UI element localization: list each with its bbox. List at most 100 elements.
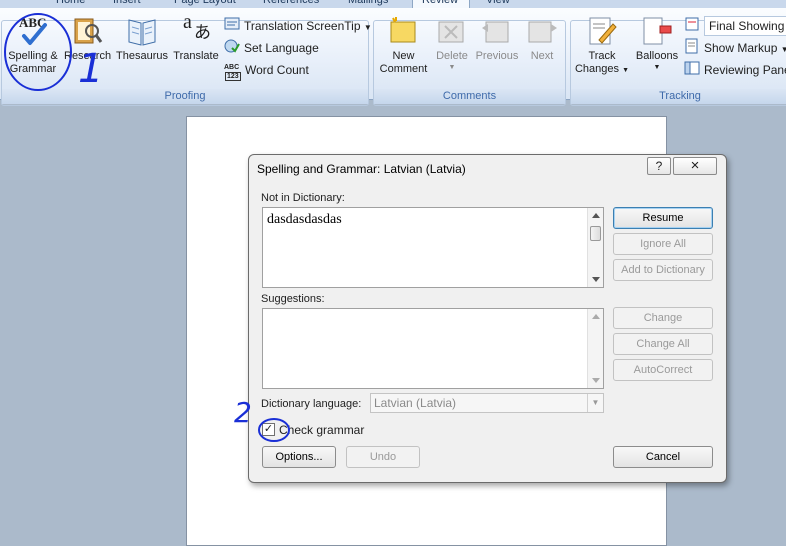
chevron-down-icon: ▼ (587, 394, 603, 412)
display-for-review-combo[interactable]: Final Showing (684, 16, 786, 38)
tab-page-layout[interactable]: Page Layout (174, 0, 236, 8)
translate-button[interactable]: a あ Translate (170, 11, 222, 63)
track-changes-button[interactable]: Track Changes ▼ (574, 14, 630, 77)
balloons-icon (640, 14, 674, 48)
track-changes-icon (585, 14, 619, 48)
previous-comment-label: Previous (475, 50, 519, 62)
chevron-down-icon: ▼ (780, 45, 786, 55)
scroll-up-icon[interactable] (592, 314, 600, 319)
balloons-label: Balloons (635, 50, 679, 62)
help-button[interactable]: ? (647, 157, 671, 175)
word-count-label: Word Count (245, 63, 309, 77)
suggestions-scrollbar[interactable] (587, 309, 603, 388)
chevron-down-icon: ▼ (448, 64, 456, 71)
checkmark-icon: ✓ (263, 423, 274, 435)
translation-screentip-button[interactable]: Translation ScreenTip ▼ (224, 16, 372, 36)
reviewing-pane-button[interactable]: Reviewing Pane (684, 60, 786, 80)
previous-comment-button[interactable]: Previous (472, 14, 522, 63)
tab-references[interactable]: References (263, 0, 319, 8)
spelling-grammar-button[interactable]: ABC Spelling & Grammar (3, 14, 63, 76)
word-count-button[interactable]: ABC 123 Word Count (224, 60, 309, 81)
previous-comment-icon (480, 14, 514, 48)
cancel-button[interactable]: Cancel (613, 446, 713, 468)
check-grammar-checkbox[interactable]: ✓ (262, 423, 275, 436)
misspelled-word: dasdasdasdas (267, 212, 342, 227)
dictionary-language-label: Dictionary language: (261, 398, 362, 410)
spelling-label-2: Grammar (9, 63, 57, 75)
next-comment-label: Next (530, 50, 554, 62)
delete-comment-icon (435, 14, 469, 48)
dictionary-language-value: Latvian (Latvia) (374, 396, 457, 410)
resume-button[interactable]: Resume (613, 207, 713, 229)
dictionary-language-select[interactable]: Latvian (Latvia) ▼ (370, 393, 604, 413)
thesaurus-label: Thesaurus (116, 50, 168, 62)
not-in-dictionary-box[interactable]: dasdasdasdas (262, 207, 604, 288)
balloons-button[interactable]: Balloons ▼ (632, 14, 682, 72)
scroll-up-icon[interactable] (592, 213, 600, 218)
scroll-down-icon[interactable] (592, 277, 600, 282)
next-comment-icon (525, 14, 559, 48)
translate-icon: a あ (183, 11, 211, 42)
ribbon: Proofing ABC Spelling & Grammar Research (0, 8, 786, 106)
change-all-button[interactable]: Change All (613, 333, 713, 355)
research-label: Research (64, 50, 112, 62)
suggestions-list[interactable] (262, 308, 604, 389)
reviewing-pane-icon (684, 60, 700, 82)
thesaurus-book-icon (126, 14, 158, 48)
word-count-icon: ABC 123 (224, 63, 241, 81)
tab-view[interactable]: View (486, 0, 510, 8)
scroll-down-icon[interactable] (592, 378, 600, 383)
new-comment-label-2: Comment (379, 63, 428, 75)
spelling-grammar-dialog: Spelling and Grammar: Latvian (Latvia) ?… (248, 154, 727, 483)
check-grammar-label: Check grammar (279, 423, 365, 437)
reviewing-pane-label: Reviewing Pane (704, 63, 786, 78)
show-markup-label: Show Markup (704, 41, 778, 56)
delete-comment-label: Delete (436, 50, 468, 62)
dialog-title: Spelling and Grammar: Latvian (Latvia) (257, 162, 466, 176)
autocorrect-button[interactable]: AutoCorrect (613, 359, 713, 381)
close-icon: × (690, 157, 700, 174)
add-to-dictionary-button[interactable]: Add to Dictionary (613, 259, 713, 281)
new-comment-button[interactable]: New Comment (376, 14, 431, 76)
scroll-thumb[interactable] (590, 226, 601, 241)
proofing-group-label: Proofing (2, 89, 368, 104)
final-showing-value: Final Showing (704, 16, 786, 37)
ignore-all-button[interactable]: Ignore All (613, 233, 713, 255)
set-language-label: Set Language (244, 41, 319, 56)
undo-button[interactable]: Undo (346, 446, 420, 468)
chevron-down-icon: ▼ (653, 64, 661, 71)
delete-comment-button[interactable]: Delete ▼ (432, 14, 472, 72)
tab-review[interactable]: Review (422, 0, 458, 8)
next-comment-button[interactable]: Next (524, 14, 560, 63)
globe-check-icon (224, 38, 240, 60)
research-icon (71, 14, 103, 48)
display-for-review-icon (684, 16, 700, 38)
chevron-down-icon: ▼ (363, 23, 372, 33)
tab-home[interactable]: Home (56, 0, 85, 8)
chevron-down-icon: ▼ (622, 67, 630, 74)
spelling-label-1: Spelling & (8, 50, 58, 62)
track-changes-label-1: Track (588, 50, 616, 62)
change-button[interactable]: Change (613, 307, 713, 329)
new-comment-icon (387, 14, 421, 48)
translate-label: Translate (173, 50, 219, 62)
research-button[interactable]: Research (64, 14, 112, 63)
suggestions-label: Suggestions: (261, 293, 325, 305)
thesaurus-button[interactable]: Thesaurus (113, 14, 171, 63)
tab-insert[interactable]: Insert (113, 0, 141, 8)
not-in-dictionary-label: Not in Dictionary: (261, 192, 345, 204)
translation-screentip-label: Translation ScreenTip (244, 19, 361, 34)
tab-mailings[interactable]: Mailings (348, 0, 388, 8)
show-markup-button[interactable]: Show Markup ▼ (684, 38, 786, 58)
comments-group-label: Comments (374, 89, 565, 104)
translation-screentip-icon (224, 16, 240, 38)
track-changes-label-2: Changes ▼ (574, 63, 630, 75)
close-button[interactable]: × (673, 157, 717, 175)
set-language-button[interactable]: Set Language (224, 38, 319, 58)
show-markup-icon (684, 38, 700, 60)
new-comment-label-1: New (392, 50, 415, 62)
not-in-dictionary-scrollbar[interactable] (587, 208, 603, 287)
options-button[interactable]: Options... (262, 446, 336, 468)
spelling-abc-icon: ABC (16, 14, 50, 48)
tracking-group-label: Tracking (571, 89, 786, 104)
